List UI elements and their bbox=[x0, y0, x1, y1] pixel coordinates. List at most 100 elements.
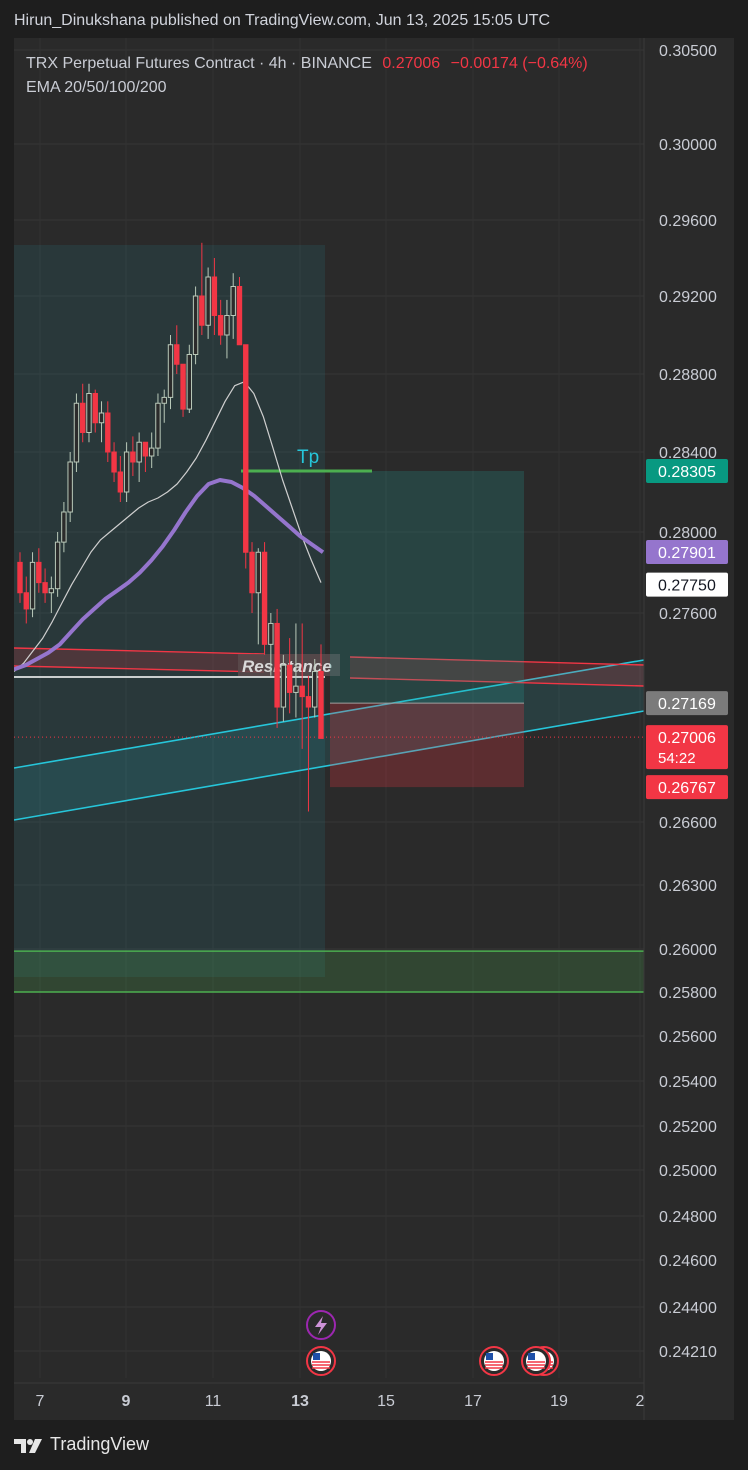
candle-body[interactable] bbox=[42, 582, 48, 594]
candle-body[interactable] bbox=[249, 551, 255, 594]
candle-body[interactable] bbox=[167, 344, 174, 398]
tp-label[interactable]: Tp bbox=[297, 447, 319, 468]
legend-last-price: 0.27006 bbox=[382, 55, 441, 72]
candle-body[interactable] bbox=[199, 295, 205, 326]
x-axis-tick-label: 2 bbox=[636, 1393, 645, 1410]
position-stop-zone[interactable] bbox=[330, 703, 524, 788]
candle-body[interactable] bbox=[261, 551, 268, 645]
candle-body[interactable] bbox=[305, 696, 312, 708]
candle-body[interactable] bbox=[280, 664, 287, 708]
candle-body[interactable] bbox=[299, 685, 305, 698]
chart-panel[interactable]: Resistance Tp 0.30500 0.30000 0.29600 0.29200… bbox=[14, 38, 734, 1420]
price-badge-label: 0.27901 bbox=[658, 545, 716, 562]
x-axis-tick-label: 13 bbox=[291, 1393, 309, 1410]
x-axis-tick-label: 19 bbox=[550, 1393, 568, 1410]
candle-body[interactable] bbox=[123, 451, 130, 493]
publisher-line: Hirun_Dinukshana published on TradingVie… bbox=[14, 12, 551, 29]
y-axis-tick-label: 0.26000 bbox=[659, 942, 717, 959]
candle-body[interactable] bbox=[255, 551, 261, 594]
x-axis-tick-label: 7 bbox=[36, 1393, 45, 1410]
y-axis-tick-label: 0.28800 bbox=[659, 367, 717, 384]
position-target-zone[interactable] bbox=[330, 471, 524, 704]
us-flag-event-icon-canton bbox=[486, 1353, 493, 1360]
y-axis-tick-label: 0.27600 bbox=[659, 606, 717, 623]
candle-body[interactable] bbox=[54, 541, 61, 590]
candle-body[interactable] bbox=[67, 461, 73, 513]
candle-body[interactable] bbox=[224, 315, 230, 336]
candle-body[interactable] bbox=[29, 561, 36, 610]
chart-legend: TRX Perpetual Futures Contract · 4h · BI… bbox=[26, 52, 588, 100]
candle-body[interactable] bbox=[36, 561, 42, 584]
candle-body[interactable] bbox=[23, 592, 29, 610]
y-axis-tick-label: 0.24210 bbox=[659, 1344, 717, 1361]
y-axis-tick-label: 0.25000 bbox=[659, 1163, 717, 1180]
y-axis-tick-label: 0.25800 bbox=[659, 985, 717, 1002]
y-axis-tick-label: 0.25600 bbox=[659, 1029, 717, 1046]
x-axis-tick-label: 17 bbox=[464, 1393, 482, 1410]
x-axis-tick-label: 15 bbox=[377, 1393, 395, 1410]
y-axis-tick-label: 0.30500 bbox=[659, 43, 717, 60]
candle-body[interactable] bbox=[211, 276, 218, 316]
candle-body[interactable] bbox=[236, 286, 243, 346]
tradingview-logo-icon bbox=[14, 1438, 42, 1453]
us-flag-event-icon-canton bbox=[313, 1353, 320, 1360]
y-axis-tick-label: 0.29600 bbox=[659, 213, 717, 230]
candle-body[interactable] bbox=[80, 402, 86, 433]
candle-body[interactable] bbox=[61, 511, 67, 543]
y-axis-tick-label: 0.30000 bbox=[659, 137, 717, 154]
candle-body[interactable] bbox=[86, 393, 92, 433]
candle-body[interactable] bbox=[286, 664, 293, 693]
candle-body[interactable] bbox=[293, 685, 299, 693]
candle-body[interactable] bbox=[130, 451, 136, 463]
footer-brand: TradingView bbox=[50, 1434, 150, 1454]
candle-body[interactable] bbox=[17, 561, 23, 594]
candle-body[interactable] bbox=[180, 363, 186, 410]
candle-body[interactable] bbox=[48, 588, 55, 594]
legend-indicator[interactable]: EMA 20/50/100/200 bbox=[26, 76, 588, 100]
candle-body[interactable] bbox=[136, 441, 142, 463]
x-axis-tick-label: 11 bbox=[205, 1393, 222, 1410]
candle-body[interactable] bbox=[243, 344, 249, 553]
candle-body[interactable] bbox=[318, 671, 324, 739]
candle-body[interactable] bbox=[117, 471, 124, 493]
candle-body[interactable] bbox=[186, 354, 193, 410]
y-axis-tick-label: 0.26300 bbox=[659, 878, 717, 895]
candle-body[interactable] bbox=[268, 622, 274, 645]
y-axis-tick-label: 0.28000 bbox=[659, 525, 717, 542]
y-axis-tick-label: 0.24600 bbox=[659, 1253, 717, 1270]
candle-body[interactable] bbox=[192, 295, 199, 355]
price-badge-label: 0.27169 bbox=[658, 696, 716, 713]
y-axis-tick-label: 0.25400 bbox=[659, 1074, 717, 1091]
x-axis-tick-label: 9 bbox=[122, 1393, 131, 1410]
candle-body[interactable] bbox=[161, 396, 167, 404]
y-axis-tick-label: 0.29200 bbox=[659, 289, 717, 306]
price-badge-label: 0.28305 bbox=[658, 464, 716, 481]
tradingview-footer[interactable]: TradingView bbox=[14, 1434, 149, 1455]
candlestick-chart[interactable]: ResistanceTp0.305000.300000.296000.29200… bbox=[14, 38, 734, 1420]
candle-body[interactable] bbox=[155, 402, 161, 449]
legend-symbol: TRX Perpetual Futures Contract · 4h · BI… bbox=[26, 55, 372, 72]
y-axis-tick-label: 0.25200 bbox=[659, 1119, 717, 1136]
y-axis-tick-label: 0.24400 bbox=[659, 1300, 717, 1317]
candle-body[interactable] bbox=[73, 402, 80, 463]
candle-body[interactable] bbox=[105, 412, 111, 453]
candle-body[interactable] bbox=[98, 412, 105, 424]
candle-body[interactable] bbox=[205, 276, 211, 326]
candle-body[interactable] bbox=[142, 441, 149, 457]
us-flag-event-icon-canton bbox=[528, 1353, 535, 1360]
y-axis-tick-label: 0.26600 bbox=[659, 815, 717, 832]
candle-body[interactable] bbox=[274, 622, 280, 708]
candle-body[interactable] bbox=[174, 344, 180, 365]
price-badge-label: 0.27006 bbox=[658, 730, 716, 747]
candle-body[interactable] bbox=[312, 671, 318, 708]
price-badge-label: 0.27750 bbox=[658, 578, 716, 595]
candle-body[interactable] bbox=[111, 451, 117, 473]
candle-body[interactable] bbox=[148, 447, 155, 457]
support-zone[interactable] bbox=[14, 951, 644, 992]
countdown-label: 54:22 bbox=[658, 750, 696, 767]
y-axis-tick-label: 0.24800 bbox=[659, 1209, 717, 1226]
candle-body[interactable] bbox=[92, 393, 98, 424]
price-badge-label: 0.26767 bbox=[658, 780, 716, 797]
candle-body[interactable] bbox=[230, 286, 236, 316]
candle-body[interactable] bbox=[217, 315, 224, 336]
